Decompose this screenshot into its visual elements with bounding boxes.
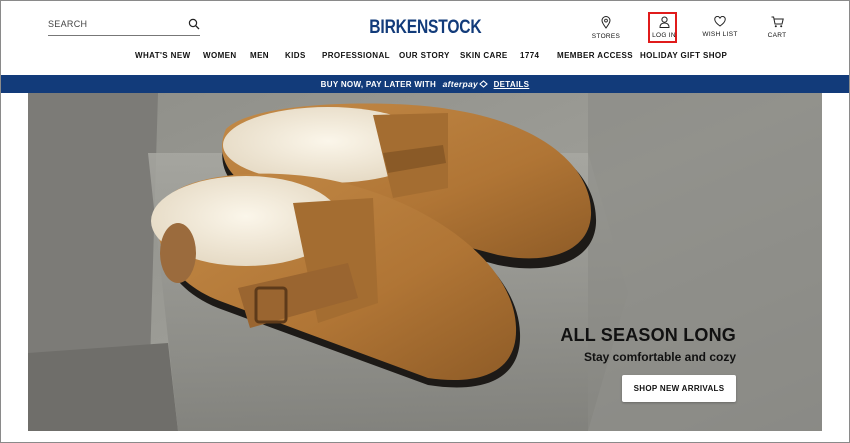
nav-item-kids[interactable]: KIDS [285, 51, 306, 60]
afterpay-logo: afterpay [442, 79, 479, 89]
promo-details-link[interactable]: DETAILS [494, 80, 530, 89]
nav-item-our-story[interactable]: OUR STORY [399, 51, 450, 60]
hero-text: ALL SEASON LONG Stay comfortable and coz… [560, 325, 736, 364]
login-label: LOG IN [652, 32, 676, 39]
user-icon [658, 16, 670, 28]
location-pin-icon [601, 16, 611, 29]
stores-link[interactable]: STORES [576, 14, 636, 44]
cart-icon [771, 16, 784, 28]
nav-item-1774[interactable]: 1774 [520, 51, 539, 60]
nav-item-women[interactable]: WOMEN [203, 51, 237, 60]
nav-item-skin-care[interactable]: SKIN CARE [460, 51, 508, 60]
login-link[interactable]: LOG IN [634, 14, 694, 44]
promo-banner: BUY NOW, PAY LATER WITH afterpay DETAILS [1, 75, 849, 93]
hero-title: ALL SEASON LONG [560, 325, 736, 345]
hero-subtitle: Stay comfortable and cozy [583, 350, 736, 364]
nav-item-whats-new[interactable]: WHAT'S NEW [135, 51, 191, 60]
wishlist-label: WISH LIST [702, 31, 738, 38]
logo-text[interactable]: BIRKENSTOCK [369, 17, 481, 39]
cart-label: CART [767, 32, 787, 39]
shop-new-arrivals-button[interactable]: SHOP NEW ARRIVALS [622, 375, 736, 402]
heart-icon [714, 16, 726, 27]
main-nav: WHAT'S NEW WOMEN MEN KIDS PROFESSIONAL O… [0, 51, 850, 63]
nav-item-member-access[interactable]: MEMBER ACCESS [557, 51, 633, 60]
stores-label: STORES [591, 33, 621, 40]
cart-link[interactable]: CART [747, 14, 807, 44]
hero-banner[interactable]: ALL SEASON LONG Stay comfortable and coz… [28, 93, 822, 431]
nav-item-professional[interactable]: PROFESSIONAL [322, 51, 390, 60]
nav-item-holiday-gift-shop[interactable]: HOLIDAY GIFT SHOP [640, 51, 727, 60]
wishlist-link[interactable]: WISH LIST [690, 14, 750, 44]
promo-text: BUY NOW, PAY LATER WITH [320, 80, 437, 89]
afterpay-icon [479, 80, 488, 88]
nav-item-men[interactable]: MEN [250, 51, 269, 60]
